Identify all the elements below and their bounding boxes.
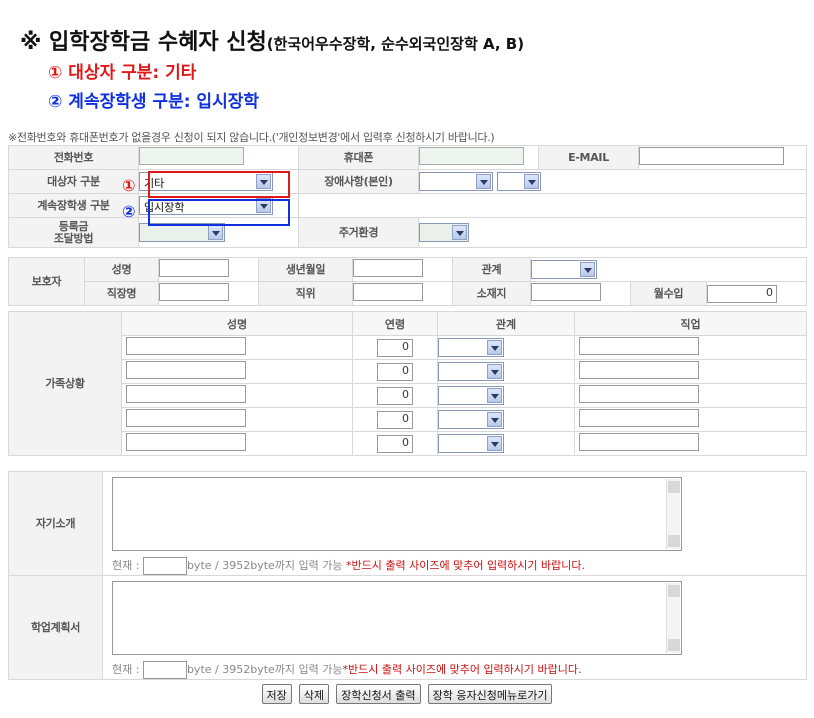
basic-info-table: 전화번호 휴대폰 E-MAIL 대상자 구분 기타 장애사항(본인) 계속장학생… [8,145,807,248]
guardian-relation-select[interactable] [531,260,597,279]
chevron-down-icon [487,364,502,379]
family-relation-select[interactable] [438,410,504,429]
chevron-down-icon [452,225,467,240]
mobile-label: 휴대폰 [298,145,419,170]
plan-byte-counter: 현재 : byte / 3952byte까지 입력 가능*반드시 출력 사이즈에… [112,661,806,679]
chevron-down-icon [208,225,223,240]
family-job-input[interactable] [579,385,699,403]
intro-textarea[interactable] [112,477,682,551]
guardian-workplace-input[interactable] [159,283,229,301]
delete-button[interactable]: 삭제 [298,684,330,704]
family-relation-select[interactable] [438,362,504,381]
plan-warning: *반드시 출력 사이즈에 맞추어 입력하시기 바랍니다. [342,663,582,676]
target-category-label: 대상자 구분 [8,169,139,194]
page-title: ※ 입학장학금 수혜자 신청(한국어우수장학, 순수외국인장학 A, B) [20,30,525,55]
housing-label: 주거환경 [298,217,419,248]
chevron-down-icon [487,388,502,403]
family-col-age: 연령 [352,311,438,336]
intro-byte-counter: 현재 : byte / 3952byte까지 입력 가능 *반드시 출력 사이즈… [112,557,806,575]
plan-textarea[interactable] [112,581,682,655]
chevron-down-icon [487,340,502,355]
guardian-income-label: 월수입 [630,281,707,306]
guardian-address-label: 소재지 [452,281,531,306]
guardian-birth-label: 생년월일 [258,257,353,282]
disability-label: 장애사항(본인) [298,169,419,194]
chevron-down-icon [476,174,491,189]
email-label: E-MAIL [538,145,639,170]
disability-select[interactable] [419,172,493,191]
guardian-position-input[interactable] [353,283,423,301]
action-bar: 저장 삭제 장학신청서 출력 장학 응자신청메뉴로가기 [0,684,814,704]
intro-byte-count-field [142,557,187,575]
family-col-job: 직업 [574,311,807,336]
family-name-input[interactable] [126,361,246,379]
family-age-input[interactable]: 0 [377,410,413,429]
continuing-category-note: ② 계속장학생 구분: 입시장학 [48,92,259,112]
family-col-relation: 관계 [437,311,575,336]
chevron-down-icon [487,412,502,427]
guardian-workplace-label: 직장명 [84,281,159,306]
guardian-address-input[interactable] [531,283,601,301]
disability-grade-select[interactable] [496,172,541,191]
scrollbar[interactable] [666,583,680,653]
target-category-note: ① 대상자 구분: 기타 [48,63,197,83]
scrollbar[interactable] [666,479,680,549]
go-to-menu-button[interactable]: 장학 응자신청메뉴로가기 [427,684,553,704]
housing-select[interactable] [419,223,469,242]
family-job-input[interactable] [579,409,699,427]
notice-text: ※전화번호와 휴대폰번호가 없을경우 신청이 되지 않습니다.('개인정보변경'… [8,131,495,144]
family-age-input[interactable]: 0 [377,362,413,381]
chevron-down-icon [487,436,502,451]
chevron-down-icon [523,174,539,189]
email-input[interactable] [639,147,784,165]
table-row: 0 [9,383,807,408]
intro-warning: *반드시 출력 사이즈에 맞추어 입력하시기 바랍니다. [346,559,586,572]
continuing-category-highlight [148,199,290,226]
family-name-input[interactable] [126,409,246,427]
phone-label: 전화번호 [8,145,139,170]
print-application-button[interactable]: 장학신청서 출력 [336,684,421,704]
family-col-name: 성명 [121,311,353,336]
table-row: 0 [9,359,807,384]
guardian-position-label: 직위 [258,281,353,306]
mobile-input[interactable] [419,147,524,165]
table-row: 0 [9,335,807,360]
marker-one: ① [122,176,136,195]
tuition-method-label: 등록금 조달방법 [8,217,139,248]
guardian-name-label: 성명 [84,257,159,282]
intro-label: 자기소개 [8,471,103,576]
guardian-relation-label: 관계 [452,257,531,282]
save-button[interactable]: 저장 [261,684,292,704]
guardian-table: 보호자 성명 생년월일 관계 직장명 직위 소재지 월수입 0 [8,257,808,306]
page-subtitle: (한국어우수장학, 순수외국인장학 A, B) [266,35,525,53]
family-age-input[interactable]: 0 [377,338,413,357]
family-age-input[interactable]: 0 [377,434,413,453]
family-relation-select[interactable] [438,386,504,405]
family-relation-select[interactable] [438,338,504,357]
family-job-input[interactable] [579,433,699,451]
family-name-input[interactable] [126,385,246,403]
chevron-down-icon [580,262,595,277]
phone-input[interactable] [139,147,244,165]
family-name-input[interactable] [126,433,246,451]
guardian-birth-input[interactable] [353,259,423,277]
family-name-input[interactable] [126,337,246,355]
guardian-section-label: 보호자 [8,257,85,306]
guardian-name-input[interactable] [159,259,229,277]
plan-label: 학업계획서 [8,575,103,680]
family-relation-select[interactable] [438,434,504,453]
table-row: 0 [9,431,807,456]
plan-byte-count-field [142,661,187,679]
table-row: 0 [9,407,807,432]
family-job-input[interactable] [579,337,699,355]
family-job-input[interactable] [579,361,699,379]
marker-two: ② [122,202,136,221]
family-table: 가족상황 성명 연령 관계 직업 0 0 0 0 0 [8,311,807,456]
guardian-income-input[interactable]: 0 [707,284,777,303]
family-age-input[interactable]: 0 [377,386,413,405]
continuing-category-label: 계속장학생 구분 [8,193,139,218]
family-section-label: 가족상황 [8,311,122,456]
target-category-highlight [148,171,290,198]
essay-table: 자기소개 현재 : byte / 3952byte까지 입력 가능 *반드시 출… [8,471,807,680]
